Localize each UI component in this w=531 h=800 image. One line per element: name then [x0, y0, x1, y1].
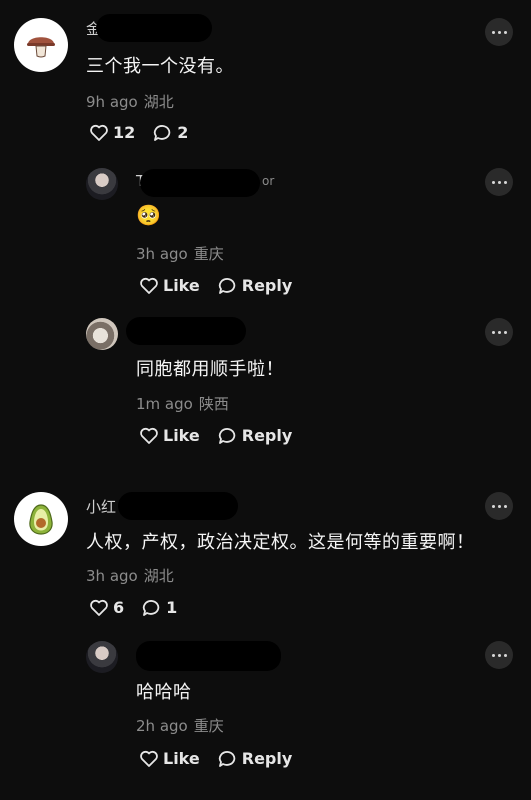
chat-bubble-icon — [218, 277, 235, 294]
like-button[interactable]: Like — [139, 749, 200, 768]
comment-actions: Like Reply — [139, 426, 292, 445]
avatar[interactable] — [86, 318, 118, 350]
comment-text: 🥺 — [136, 203, 162, 227]
like-button[interactable]: Like — [139, 426, 200, 445]
avatar[interactable] — [14, 492, 68, 546]
heart-icon — [140, 750, 158, 767]
timestamp: 3h ago — [136, 245, 188, 263]
avocado-icon — [29, 504, 53, 535]
reply-label: Reply — [241, 426, 293, 445]
location: 湖北 — [143, 567, 174, 585]
avatar[interactable] — [14, 18, 68, 72]
like-label: Like — [163, 426, 200, 445]
username-redaction — [136, 641, 281, 671]
avatar[interactable] — [86, 641, 118, 673]
reply-label: Reply — [241, 749, 293, 768]
comment-meta: 1m ago 陕西 — [136, 393, 229, 414]
reply-count: 1 — [166, 598, 178, 617]
timestamp: 1m ago — [136, 395, 193, 413]
comment-text: 同胞都用顺手啦！ — [136, 359, 284, 380]
reply-button[interactable]: Reply — [218, 426, 293, 445]
location: 重庆 — [193, 245, 224, 263]
location: 湖北 — [143, 93, 174, 111]
location: 陕西 — [198, 395, 229, 413]
username-tail: or — [262, 174, 275, 188]
reply-label: Reply — [241, 276, 293, 295]
more-options-button[interactable] — [485, 18, 513, 46]
more-options-button[interactable] — [485, 641, 513, 669]
like-button[interactable]: Like — [139, 276, 200, 295]
timestamp: 2h ago — [136, 717, 188, 735]
reply-button[interactable]: Reply — [218, 749, 293, 768]
mushroom-icon — [27, 37, 55, 58]
like-label: Like — [163, 749, 200, 768]
reply-button[interactable]: 2 — [153, 123, 188, 142]
chat-bubble-icon — [218, 427, 235, 444]
comment-text: 三个我一个没有。 — [86, 56, 234, 77]
reply-count: 2 — [177, 123, 189, 142]
comment-actions: Like Reply — [139, 749, 292, 768]
comment-meta: 3h ago 重庆 — [136, 243, 224, 264]
like-count: 6 — [113, 598, 125, 617]
chat-bubble-icon — [143, 599, 160, 616]
comment-text: 人权，产权，政治决定权。这是何等的重要啊！ — [86, 532, 475, 553]
reply-button[interactable]: Reply — [218, 276, 293, 295]
username-redaction — [140, 169, 260, 197]
chat-bubble-icon — [154, 124, 171, 141]
heart-icon — [90, 599, 108, 616]
username-redaction — [126, 317, 246, 345]
like-label: Like — [163, 276, 200, 295]
comment-actions: Like Reply — [139, 276, 292, 295]
comment-actions: 12 2 — [89, 123, 188, 142]
comment-actions: 6 1 — [89, 598, 177, 617]
timestamp: 9h ago — [86, 93, 138, 111]
username-redaction — [96, 14, 212, 42]
comment-meta: 9h ago 湖北 — [86, 91, 174, 112]
like-button[interactable]: 12 — [89, 123, 135, 142]
chat-bubble-icon — [218, 750, 235, 767]
heart-icon — [140, 277, 158, 294]
username[interactable]: 小红 — [86, 496, 116, 517]
location: 重庆 — [193, 717, 224, 735]
heart-icon — [90, 124, 108, 141]
more-options-button[interactable] — [485, 492, 513, 520]
avatar[interactable] — [86, 168, 118, 200]
more-options-button[interactable] — [485, 168, 513, 196]
username-redaction — [118, 492, 238, 520]
timestamp: 3h ago — [86, 567, 138, 585]
comment-meta: 2h ago 重庆 — [136, 715, 224, 736]
comment-text: 哈哈哈 — [136, 682, 192, 703]
comment-meta: 3h ago 湖北 — [86, 565, 174, 586]
like-button[interactable]: 6 — [89, 598, 124, 617]
more-options-button[interactable] — [485, 318, 513, 346]
reply-button[interactable]: 1 — [142, 598, 177, 617]
heart-icon — [140, 427, 158, 444]
like-count: 12 — [113, 123, 136, 142]
